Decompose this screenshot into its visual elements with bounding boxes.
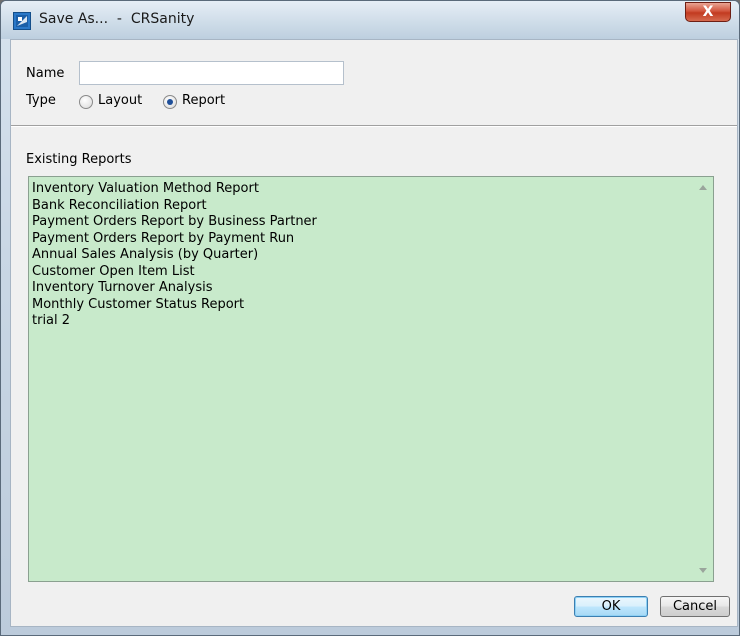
dialog-content: Name Type Layout Report Existing Reports… bbox=[10, 39, 738, 627]
separator bbox=[11, 125, 737, 127]
type-layout-label[interactable]: Layout bbox=[98, 93, 142, 108]
type-layout-radio[interactable] bbox=[79, 95, 93, 109]
app-icon bbox=[13, 12, 31, 30]
cancel-button[interactable]: Cancel bbox=[660, 596, 730, 617]
list-item[interactable]: Bank Reconciliation Report bbox=[32, 198, 317, 215]
list-item[interactable]: trial 2 bbox=[32, 313, 317, 330]
name-label: Name bbox=[26, 66, 65, 81]
list-item[interactable]: Monthly Customer Status Report bbox=[32, 297, 317, 314]
existing-reports-list[interactable]: Inventory Valuation Method Report Bank R… bbox=[28, 176, 714, 582]
type-report-radio[interactable] bbox=[163, 95, 177, 109]
list-scrollbar[interactable] bbox=[695, 177, 713, 581]
list-item[interactable]: Inventory Valuation Method Report bbox=[32, 181, 317, 198]
save-as-dialog: Save As... - CRSanity X Name Type Layout… bbox=[0, 0, 740, 636]
existing-reports-label: Existing Reports bbox=[26, 152, 132, 167]
scroll-up-icon[interactable] bbox=[699, 185, 707, 190]
close-icon: X bbox=[702, 4, 714, 20]
list-item[interactable]: Payment Orders Report by Payment Run bbox=[32, 231, 317, 248]
close-button[interactable]: X bbox=[685, 2, 731, 22]
list-item[interactable]: Customer Open Item List bbox=[32, 264, 317, 281]
name-input[interactable] bbox=[79, 61, 344, 85]
window-title: Save As... - CRSanity bbox=[39, 11, 195, 27]
report-items: Inventory Valuation Method Report Bank R… bbox=[32, 181, 317, 330]
type-label: Type bbox=[26, 93, 56, 108]
list-item[interactable]: Payment Orders Report by Business Partne… bbox=[32, 214, 317, 231]
type-report-label[interactable]: Report bbox=[182, 93, 225, 108]
title-bar[interactable]: Save As... - CRSanity X bbox=[1, 1, 739, 39]
list-item[interactable]: Annual Sales Analysis (by Quarter) bbox=[32, 247, 317, 264]
scroll-down-icon[interactable] bbox=[699, 568, 707, 573]
list-item[interactable]: Inventory Turnover Analysis bbox=[32, 280, 317, 297]
ok-button[interactable]: OK bbox=[574, 596, 648, 617]
